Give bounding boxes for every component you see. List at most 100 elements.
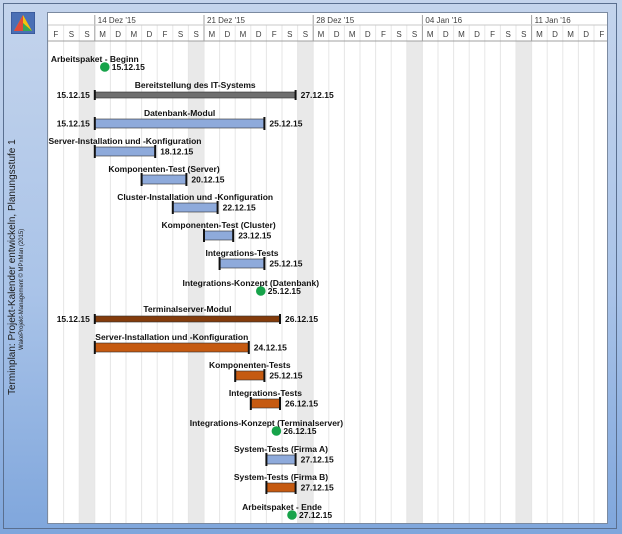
task-bar <box>219 258 265 269</box>
task-name: Komponenten-Tests <box>209 360 291 370</box>
task-name: Integrations-Konzept (Terminalserver) <box>190 418 344 428</box>
day-tick-label: S <box>287 30 292 39</box>
day-tick-label: D <box>334 30 340 39</box>
day-tick-label: M <box>349 30 356 39</box>
bar-end-cap <box>263 257 266 270</box>
day-tick-label: F <box>272 30 277 39</box>
plan-subtitle: WakeProjekt-Management © MPxMan (2015) <box>19 228 25 350</box>
day-tick-label: D <box>552 30 558 39</box>
day-tick-label: M <box>567 30 574 39</box>
bar-end-cap <box>294 90 297 100</box>
task-date-label: 26.12.15 <box>285 314 318 324</box>
bar-start-cap <box>249 397 252 410</box>
plan-title: Terminplan: Projekt-Kalender entwickeln,… <box>7 139 18 395</box>
task-date-label: 25.12.15 <box>269 371 302 381</box>
week-tick-label: 14 Dez '15 <box>98 16 137 25</box>
task-date-label: 26.12.15 <box>283 426 316 436</box>
day-tick-label: F <box>163 30 168 39</box>
sunday-column <box>516 41 532 523</box>
task-start-label: 15.12.15 <box>57 90 90 100</box>
bar-start-cap <box>93 341 96 354</box>
task-date-label: 27.12.15 <box>301 90 334 100</box>
week-tick-label: 28 Dez '15 <box>316 16 355 25</box>
task-date-label: 25.12.15 <box>269 119 302 129</box>
day-tick-label: S <box>521 30 526 39</box>
task-start-label: 15.12.15 <box>57 314 90 324</box>
task-name: Bereitstellung des IT-Systems <box>135 80 256 90</box>
day-tick-label: D <box>256 30 262 39</box>
day-tick-label: S <box>506 30 511 39</box>
gantt-chart: FSSMDMDFSSMDMDFSSMDMDFSSMDMDFSSMDMDFSSMD… <box>47 12 608 524</box>
day-tick-label: M <box>536 30 543 39</box>
app-logo-icon <box>11 12 35 34</box>
bar-end-cap <box>154 145 157 158</box>
day-tick-label: D <box>365 30 371 39</box>
day-tick-label: M <box>130 30 137 39</box>
day-tick-label: S <box>303 30 308 39</box>
task-bar <box>234 370 265 381</box>
bar-end-cap <box>294 453 297 466</box>
day-tick-label: F <box>53 30 58 39</box>
day-tick-label: D <box>147 30 153 39</box>
task-bar <box>250 398 281 409</box>
task-name: Server-Installation und -Konfiguration <box>95 332 248 342</box>
bar-start-cap <box>265 453 268 466</box>
week-tick-label: 11 Jan '16 <box>535 16 572 25</box>
task-bar <box>94 342 250 353</box>
task-date-label: 25.12.15 <box>269 259 302 269</box>
day-tick-label: M <box>427 30 434 39</box>
day-tick-label: S <box>412 30 417 39</box>
bar-start-cap <box>93 117 96 130</box>
bar-start-cap <box>93 314 96 324</box>
bar-start-cap <box>140 173 143 186</box>
task-bar <box>94 146 156 157</box>
task-name: Integrations-Tests <box>229 388 302 398</box>
task-start-label: 15.12.15 <box>57 119 90 129</box>
week-tick-label: 21 Dez '15 <box>207 16 246 25</box>
day-tick-label: S <box>178 30 183 39</box>
day-tick-label: S <box>69 30 74 39</box>
milestone-marker <box>271 426 282 436</box>
bar-start-cap <box>93 90 96 100</box>
day-tick-label: S <box>194 30 199 39</box>
bar-end-cap <box>216 201 219 214</box>
day-tick-label: F <box>490 30 495 39</box>
task-date-label: 25.12.15 <box>268 286 301 296</box>
task-date-label: 15.12.15 <box>112 62 145 72</box>
bar-start-cap <box>234 369 237 382</box>
bar-end-cap <box>247 341 250 354</box>
bar-end-cap <box>263 369 266 382</box>
sunday-column <box>79 41 95 523</box>
task-date-label: 18.12.15 <box>160 147 193 157</box>
day-tick-label: F <box>381 30 386 39</box>
milestone-marker <box>287 510 297 520</box>
bar-end-cap <box>294 481 297 494</box>
day-tick-label: M <box>99 30 106 39</box>
task-date-label: 27.12.15 <box>301 483 334 493</box>
task-date-label: 22.12.15 <box>223 203 256 213</box>
bar-start-cap <box>203 229 205 242</box>
bar-end-cap <box>263 117 266 130</box>
week-tick-label: 04 Jan '16 <box>425 16 462 25</box>
task-name: Komponenten-Test (Cluster) <box>162 220 276 230</box>
task-date-label: 24.12.15 <box>254 343 287 353</box>
day-tick-label: D <box>115 30 121 39</box>
day-tick-label: M <box>458 30 465 39</box>
task-date-label: 26.12.15 <box>285 399 318 409</box>
gantt-svg: FSSMDMDFSSMDMDFSSMDMDFSSMDMDFSSMDMDFSSMD… <box>48 15 607 523</box>
day-tick-label: M <box>208 30 215 39</box>
task-bar <box>141 174 187 185</box>
bar-start-cap <box>93 145 96 158</box>
task-name: Komponenten-Test (Server) <box>108 164 219 174</box>
task-bar <box>203 230 234 241</box>
day-tick-label: D <box>583 30 589 39</box>
task-bar <box>94 118 265 129</box>
milestone-marker <box>256 286 266 296</box>
bar-end-cap <box>232 229 235 242</box>
task-date-label: 27.12.15 <box>299 510 332 520</box>
task-name: Server-Installation und -Konfiguration <box>48 136 201 146</box>
day-tick-label: D <box>474 30 480 39</box>
sunday-column <box>406 41 423 523</box>
task-bar <box>94 315 281 323</box>
day-tick-label: S <box>84 30 89 39</box>
